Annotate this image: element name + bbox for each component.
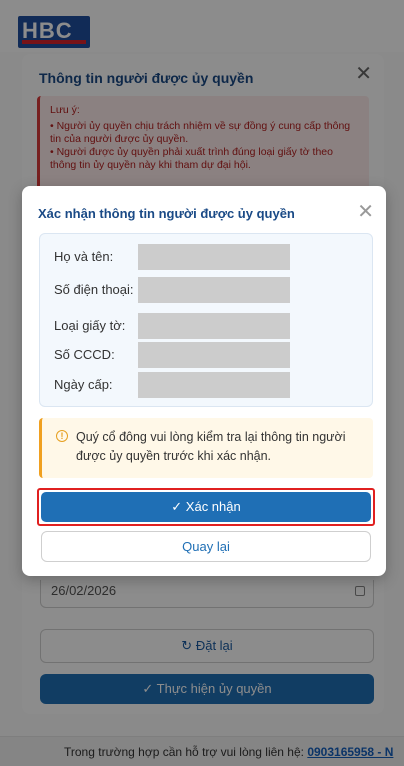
confirm-proxy-modal: Xác nhận thông tin người được ủy quyền ✕… (22, 186, 386, 576)
close-icon[interactable]: ✕ (357, 202, 374, 222)
id-number-value (138, 342, 290, 368)
info-row-id-number: Số CCCD: (54, 342, 360, 368)
confirm-label: Xác nhận (185, 499, 241, 514)
warning-text: Quý cổ đông vui lòng kiểm tra lại thông … (76, 430, 346, 463)
check-icon: ✓ (171, 499, 183, 514)
full-name-label: Họ và tên: (54, 249, 114, 264)
info-row-full-name: Họ và tên: (54, 244, 360, 270)
info-row-issue-date: Ngày cấp: (54, 372, 360, 398)
info-icon: ! (56, 430, 68, 442)
id-number-label: Số CCCD: (54, 347, 115, 362)
confirm-modal-title: Xác nhận thông tin người được ủy quyền (38, 206, 295, 221)
document-type-label: Loại giấy tờ: (54, 318, 126, 333)
proxy-info-summary: Họ và tên: Số điện thoại: Loại giấy tờ: … (39, 233, 373, 407)
verification-warning: ! Quý cổ đông vui lòng kiểm tra lại thôn… (39, 418, 373, 478)
document-type-value (138, 313, 290, 339)
issue-date-label: Ngày cấp: (54, 377, 113, 392)
issue-date-value-box (138, 372, 290, 398)
back-label: Quay lại (182, 539, 230, 554)
full-name-value (138, 244, 290, 270)
info-row-document-type: Loại giấy tờ: (54, 313, 360, 339)
confirm-button[interactable]: ✓ Xác nhận (41, 492, 371, 522)
phone-value (138, 277, 290, 303)
back-button[interactable]: Quay lại (41, 531, 371, 562)
info-row-phone: Số điện thoại: (54, 277, 360, 303)
phone-label: Số điện thoại: (54, 282, 134, 297)
